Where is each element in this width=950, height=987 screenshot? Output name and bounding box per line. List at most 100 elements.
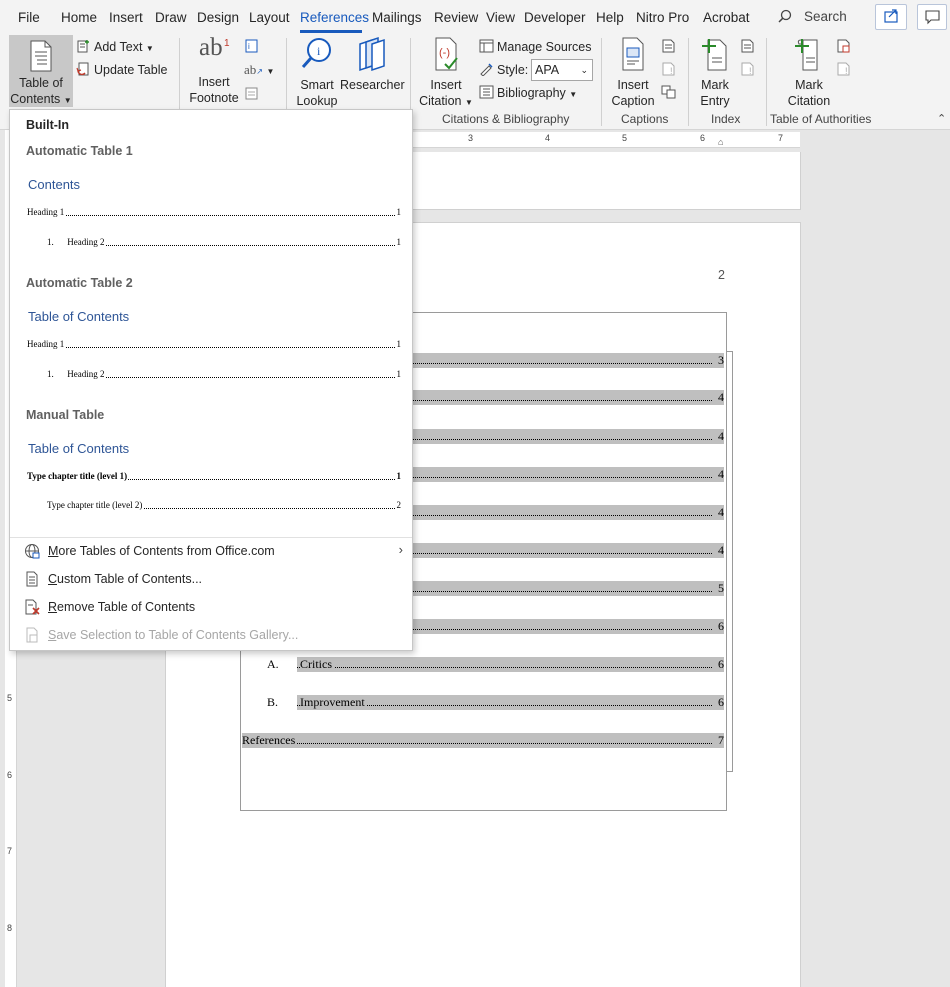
footnote-badge: 1 [224,38,230,49]
table-of-contents-button[interactable]: Table of Contents ▼ [9,35,73,107]
tab-help[interactable]: Help [596,10,624,25]
ruler-number: 6 [700,133,706,143]
tab-references[interactable]: References [300,10,369,25]
add-text-button[interactable]: Add Text ▼ [76,39,154,54]
automatic-table-2-option[interactable]: Automatic Table 2 Table of Contents Head… [10,268,412,386]
insert-endnote-button[interactable]: i [244,39,262,54]
show-notes-button[interactable] [244,86,262,101]
update-table-icon [76,62,89,76]
mark-citation-button[interactable]: Mark Citation [780,36,838,109]
search-box[interactable]: Search [778,9,847,24]
tab-file[interactable]: File [18,10,40,25]
toc-line[interactable]: 6 [412,619,724,634]
tab-acrobat[interactable]: Acrobat [703,10,750,25]
comments-button[interactable] [917,4,947,30]
tab-developer[interactable]: Developer [524,10,586,25]
cross-reference-button[interactable] [661,85,679,100]
custom-table-of-contents-item[interactable]: Custom Table of Contents... [10,566,412,592]
preview-entry: 1. Heading 21 [47,237,401,247]
researcher-icon [359,36,385,72]
automatic-table-1-option[interactable]: Automatic Table 1 Contents Heading 11 1.… [10,136,412,254]
update-table-of-authorities-button[interactable]: ! [836,62,854,77]
researcher-button[interactable]: Researcher [340,36,405,93]
update-table-button[interactable]: Update Table [76,62,167,77]
svg-text:!: ! [749,66,752,76]
insert-caption-button[interactable]: Insert Caption [608,36,658,109]
tab-mailings[interactable]: Mailings [372,10,422,25]
tab-review[interactable]: Review [434,10,478,25]
smart-lookup-label-2: Lookup [296,94,338,108]
toc-line-references[interactable]: References 7 [242,733,724,748]
more-tables-label: More Tables of Contents from Office.com [48,544,275,558]
tab-layout[interactable]: Layout [249,10,290,25]
ruler-indent-marker[interactable]: ⌂ [718,137,723,147]
more-tables-from-office-item[interactable]: More Tables of Contents from Office.com … [10,538,412,564]
bibliography-label: Bibliography [497,86,566,100]
insert-citation-label-1: Insert [430,78,462,92]
update-table-of-figures-button[interactable]: ! [661,62,679,77]
tab-draw[interactable]: Draw [155,10,187,25]
search-label: Search [804,9,847,24]
custom-toc-label: Custom Table of Contents... [48,572,203,586]
mark-entry-icon [702,39,727,71]
toc-line[interactable]: 4 [412,467,724,482]
add-text-label: Add Text [94,40,143,54]
smart-lookup-button[interactable]: i Smart Lookup [293,36,341,109]
next-footnote-icon: ab [244,62,257,77]
insert-table-of-figures-button[interactable] [661,39,679,54]
toc-entry-label: References [242,733,298,748]
style-label: Style: [479,62,528,77]
manage-sources-button[interactable]: Manage Sources [479,39,592,54]
update-authorities-icon: ! [837,62,850,76]
toc-line[interactable]: 3 [412,353,724,368]
vruler-number: 6 [7,770,13,780]
tab-home[interactable]: Home [61,10,97,25]
toc-line-critics[interactable]: A. Critics 6 [266,657,724,672]
toc-entry-page: 6 [717,695,724,710]
citations-group-label: Citations & Bibliography [442,112,570,126]
tab-insert[interactable]: Insert [109,10,143,25]
tab-view[interactable]: View [486,10,515,25]
toc-line[interactable]: 4 [412,505,724,520]
mark-entry-button[interactable]: Mark Entry [692,36,738,109]
remove-table-of-contents-item[interactable]: Remove Table of Contents [10,594,412,620]
insert-citation-button[interactable]: (-) Insert Citation ▼ [418,36,474,111]
ruler-number: 3 [468,133,474,143]
mark-citation-label-1: Mark [795,78,823,92]
preview-entry: Heading 11 [27,339,401,349]
toc-line-improvement[interactable]: B. Improvement 6 [266,695,724,710]
cross-reference-icon [661,85,676,99]
toc-line[interactable]: 5 [412,581,724,596]
toc-line[interactable]: 4 [412,390,724,405]
tab-nitro-pro[interactable]: Nitro Pro [636,10,689,25]
svg-text:!: ! [845,66,848,76]
svg-text:i: i [248,42,250,51]
menu-bar: File Home Insert Draw Design Layout Refe… [0,0,950,34]
toc-line[interactable]: 4 [412,429,724,444]
smart-lookup-icon: i [301,38,331,68]
captions-group-label: Captions [621,112,669,126]
tab-design[interactable]: Design [197,10,239,25]
search-icon [778,9,792,23]
insert-authorities-icon [837,39,850,53]
ribbon-separator [766,38,767,126]
manual-table-name: Manual Table [26,408,105,422]
preview-entry: 1. Heading 21 [47,369,401,379]
save-selection-to-gallery-item: Save Selection to Table of Contents Gall… [10,622,412,648]
preview-entry: Type chapter title (level 2) 2 [47,500,401,510]
share-button[interactable] [875,4,907,30]
manual-table-option[interactable]: Manual Table Table of Contents Type chap… [10,400,412,518]
insert-table-of-authorities-button[interactable] [836,39,854,54]
update-index-button[interactable]: ! [740,62,758,77]
insert-footnote-label-1: Insert [198,75,230,89]
bibliography-button[interactable]: Bibliography ▼ [479,85,577,100]
custom-toc-icon [26,571,38,587]
style-select[interactable]: APA ⌄ [531,59,593,81]
toc-line[interactable]: 4 [412,543,724,558]
insert-index-button[interactable] [740,39,758,54]
insert-footnote-button[interactable]: ab 1 Insert Footnote [188,35,240,106]
collapse-ribbon-chevron-icon[interactable]: ⌃ [937,112,946,125]
toc-content-control-edge [727,351,733,772]
next-footnote-button[interactable]: ab↗ ▼ [244,62,274,78]
automatic-table-1-title: Contents [28,177,81,192]
